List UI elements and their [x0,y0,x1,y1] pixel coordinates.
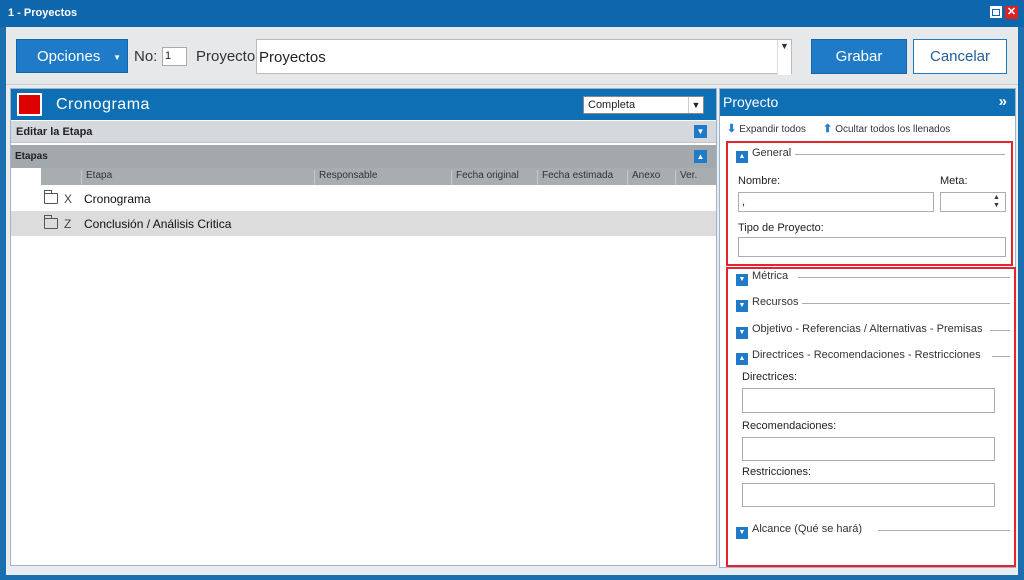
col-responsable[interactable]: Responsable [314,170,377,185]
divider [802,303,1010,304]
arrow-down-icon: ⬇ [727,123,737,135]
proyecto-value: Proyectos [259,49,326,66]
opciones-button[interactable]: Opciones ▼ [16,39,128,73]
divider [798,277,1010,278]
section-metrica[interactable]: ▼ Métrica [736,270,792,286]
expand-icon: ▼ [736,274,748,286]
col-fecha-estimada[interactable]: Fecha estimada [537,170,613,185]
alcance-title: Alcance (Qué se hará) [752,523,863,535]
col-fecha-original[interactable]: Fecha original [451,170,519,185]
col-ver[interactable]: Ver. [675,170,697,185]
recomendaciones-label: Recomendaciones: [742,420,837,432]
table-row[interactable]: Z Conclusión / Análisis Critica [11,211,716,236]
etapas-bar[interactable]: Etapas ▲ [11,145,716,168]
cronograma-header: Cronograma Completa ▼ [11,89,716,120]
window-title: 1 - Proyectos [8,7,78,19]
directrices-field[interactable] [742,388,995,413]
collapse-panel-icon[interactable]: » [999,93,1007,110]
cancelar-button[interactable]: Cancelar [913,39,1007,74]
tipo-proyecto-field[interactable] [738,237,1006,257]
section-directrices[interactable]: ▲ Directrices - Recomendaciones - Restric… [736,349,984,365]
meta-label: Meta: [940,175,968,187]
toolbar: Opciones ▼ No: 1 Proyecto Proyectos ▼ Gr… [6,27,1018,85]
grabar-button[interactable]: Grabar [811,39,907,74]
proyecto-panel-header: Proyecto » [720,89,1015,116]
ocultar-label: Ocultar todos los llenados [835,124,951,135]
editar-etapa-label: Editar la Etapa [16,126,93,138]
section-objetivo[interactable]: ▼ Objetivo - Referencias / Alternativas -… [736,323,986,339]
proyecto-label: Proyecto [196,48,256,65]
table-header: Etapa Responsable Fecha original Fecha e… [41,168,716,185]
section-general[interactable]: ▲ General [736,147,795,163]
etapas-label: Etapas [15,151,48,162]
window-titlebar: 1 - Proyectos ✕ [0,0,1024,27]
restricciones-label: Restricciones: [742,466,812,478]
nombre-label: Nombre: [738,175,781,187]
divider [878,530,1010,531]
no-input[interactable]: 1 [162,47,187,66]
collapse-icon: ▲ [736,151,748,163]
collapse-icon: ▲ [736,353,748,365]
opciones-label: Opciones [37,48,101,65]
proyecto-panel: Proyecto » ⬇ Expandir todos ⬆ Ocultar todo… [719,88,1016,568]
restricciones-field[interactable] [742,483,995,507]
restore-icon[interactable] [990,6,1002,18]
table-row[interactable]: X Cronograma [11,186,716,211]
ocultar-todos-link[interactable]: ⬆ Ocultar todos los llenados [823,122,950,135]
editar-etapa-bar[interactable]: Editar la Etapa ▼ [11,121,716,143]
section-recursos[interactable]: ▼ Recursos [736,296,802,312]
expandir-todos-link[interactable]: ⬇ Expandir todos [727,122,806,135]
row-code: Z [64,217,72,231]
expand-icon: ▼ [736,327,748,339]
folder-icon [44,190,58,204]
chevron-down-icon: ▼ [780,41,789,51]
divider [992,356,1010,357]
collapse-up-icon[interactable]: ▲ [694,150,707,163]
close-icon[interactable]: ✕ [1005,6,1018,19]
metrica-title: Métrica [752,270,789,282]
directrices-label: Directrices: [742,371,798,383]
cronograma-title: Cronograma [56,96,150,113]
folder-icon [44,215,58,229]
row-name: Conclusión / Análisis Critica [84,217,232,231]
divider [795,154,1005,155]
general-title: General [752,147,792,159]
row-name: Cronograma [84,192,151,206]
row-code: X [64,192,73,206]
proyecto-dropdown[interactable]: ▼ [777,40,791,75]
cronograma-panel: Cronograma Completa ▼ Editar la Etapa ▼ … [10,88,717,566]
no-label: No: [134,48,158,65]
meta-stepper[interactable]: ▲ ▼ [940,192,1006,212]
proyecto-panel-title: Proyecto [723,94,779,110]
arrow-up-icon: ⬆ [823,123,833,135]
nombre-field[interactable]: , [738,192,934,212]
section-alcance[interactable]: ▼ Alcance (Qué se hará) [736,523,866,539]
window-body: Opciones ▼ No: 1 Proyecto Proyectos ▼ Gr… [6,27,1018,575]
proyecto-field[interactable]: Proyectos ▼ [256,39,792,75]
caret-down-icon: ▼ [113,53,121,62]
chevron-down-icon: ▼ [688,97,703,113]
expandir-label: Expandir todos [739,124,806,135]
expand-icon: ▼ [736,300,748,312]
directrices-title: Directrices - Recomendaciones - Restricc… [752,349,981,361]
col-anexo[interactable]: Anexo [627,170,660,185]
spinner-icon[interactable]: ▲ ▼ [993,194,1004,210]
objetivo-title: Objetivo - Referencias / Alternativas - … [752,323,983,335]
sections-highlight [726,267,1016,567]
recomendaciones-field[interactable] [742,437,995,461]
expand-down-icon[interactable]: ▼ [694,125,707,138]
col-etapa[interactable]: Etapa [81,170,112,185]
expand-icon: ▼ [736,527,748,539]
tipo-proyecto-label: Tipo de Proyecto: [738,222,824,234]
status-color-swatch [17,93,42,116]
panel-tools: ⬇ Expandir todos ⬆ Ocultar todos los llena… [720,119,1015,139]
view-select[interactable]: Completa ▼ [583,96,704,114]
view-select-value: Completa [588,99,636,111]
recursos-title: Recursos [752,296,799,308]
divider [990,330,1010,331]
